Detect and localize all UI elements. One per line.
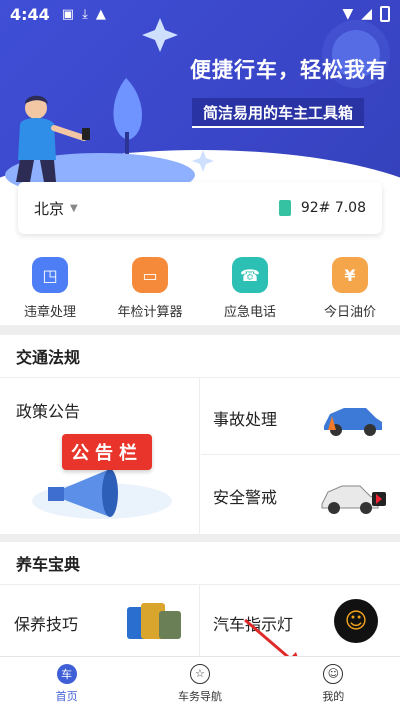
banner-subline: 简洁易用的车主工具箱: [192, 98, 364, 128]
section-title-traffic: 交通法规: [0, 335, 400, 377]
app-notification-icon: ▲: [95, 6, 106, 22]
home-icon: 车: [56, 663, 77, 684]
nav-label: 首页: [55, 689, 78, 703]
fuel-pump-icon: [278, 200, 291, 216]
person-body: [18, 118, 56, 160]
card-label: 事故处理: [213, 410, 278, 429]
quick-action-fuel-price[interactable]: ¥ 今日油价: [300, 245, 400, 325]
banner-headline: 便捷行车，轻松我有: [190, 58, 388, 82]
nav-label: 车务导航: [177, 689, 222, 703]
airbag-warning-icon: ☺: [334, 599, 378, 643]
card-label: 政策公告: [16, 402, 81, 421]
battery-icon: [380, 6, 390, 22]
notice-board-badge: 公告栏: [62, 434, 152, 470]
section-title-care: 养车宝典: [0, 542, 400, 584]
profile-icon: ☺: [323, 663, 344, 684]
image-icon: ▣: [61, 6, 75, 22]
status-time: 4:44: [10, 4, 50, 24]
chevron-down-icon[interactable]: ▼: [70, 203, 78, 214]
quick-action-label: 年检计算器: [117, 305, 183, 320]
download-icon: ⤓: [82, 6, 88, 22]
card-label: 汽车指示灯: [213, 615, 294, 634]
inspection-car-icon: ▭: [132, 257, 168, 293]
quick-action-violation[interactable]: ◳ 违章处理: [0, 245, 100, 325]
dashboard-indicators-card[interactable]: 汽车指示灯 ☺: [201, 585, 400, 656]
bottom-nav: 车 首页 ☆ 车务导航 ☺ 我的: [0, 656, 400, 710]
violation-icon: ◳: [32, 257, 68, 293]
status-bar: 4:44 ▣ ⤓ ▲ ▼ ◢: [0, 0, 400, 28]
signal-icon: ◢: [361, 6, 372, 22]
nav-profile[interactable]: ☺ 我的: [267, 657, 400, 710]
accident-handling-card[interactable]: 事故处理: [201, 378, 400, 455]
safety-warning-card[interactable]: 安全警戒: [201, 456, 400, 534]
traffic-grid: 政策公告 公告栏 事故处理 安全警戒: [0, 378, 400, 534]
card-label: 安全警戒: [213, 488, 278, 507]
engine-oil-icon: [127, 603, 181, 639]
badge-text: 公告栏: [71, 443, 143, 464]
city-selector[interactable]: 北京: [34, 198, 64, 219]
fuel-price-display: 92# 7.08: [278, 200, 366, 216]
phone-icon: ☎: [232, 257, 268, 293]
maintenance-tips-card[interactable]: 保养技巧: [0, 585, 200, 656]
fuel-price-icon: ¥: [332, 257, 368, 293]
quick-action-inspection[interactable]: ▭ 年检计算器: [100, 245, 200, 325]
nav-label: 我的: [322, 689, 345, 703]
star-icon: ☆: [189, 663, 210, 684]
fuel-price-value: 92# 7.08: [300, 200, 366, 216]
nav-car-services[interactable]: ☆ 车务导航: [133, 657, 266, 710]
nav-home[interactable]: 车 首页: [0, 657, 133, 710]
crashed-car-icon: [324, 408, 382, 436]
car-warning-icon: [321, 485, 386, 514]
wifi-icon: ▼: [342, 6, 354, 22]
policy-notice-card[interactable]: 政策公告 公告栏: [0, 378, 200, 534]
quick-action-label: 应急电话: [223, 305, 276, 320]
tree-decoration: [113, 78, 142, 140]
quick-action-label: 违章处理: [23, 305, 76, 320]
quick-actions-row: ◳ 违章处理 ▭ 年检计算器 ☎ 应急电话 ¥ 今日油价: [0, 245, 400, 325]
quick-action-label: 今日油价: [323, 305, 376, 320]
card-label: 保养技巧: [14, 615, 79, 634]
sparkle-icon: [192, 150, 214, 172]
quick-action-emergency[interactable]: ☎ 应急电话: [200, 245, 300, 325]
location-card[interactable]: 北京 ▼ 92# 7.08: [18, 182, 382, 234]
care-grid: 保养技巧 汽车指示灯 ☺: [0, 585, 400, 656]
